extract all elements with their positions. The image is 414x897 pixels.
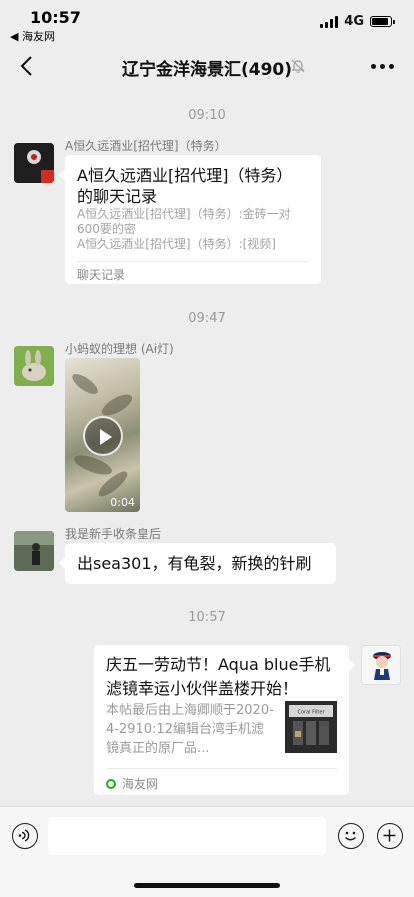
avatar[interactable]: [14, 346, 54, 386]
timestamp: 09:47: [188, 311, 226, 326]
more-options-icon[interactable]: [371, 64, 394, 69]
mute-bell-icon: [291, 59, 305, 73]
rabbit-avatar-icon: [14, 346, 54, 386]
status-indicators: 4G: [320, 14, 395, 29]
network-type: 4G: [344, 14, 364, 29]
text-message[interactable]: 出sea301，有龟裂，新换的针刷: [59, 543, 336, 584]
play-icon[interactable]: [83, 416, 123, 456]
record-footer: 聊天记录: [77, 268, 126, 282]
link-card[interactable]: 庆五一劳动节！Aqua blue手机滤镜幸运小伙伴盖楼开始！ 本帖最后由上海卿顺…: [94, 645, 355, 795]
message-text: 出sea301，有龟裂，新换的针刷: [77, 554, 312, 573]
person-avatar-icon: [14, 531, 54, 571]
avatar[interactable]: [14, 143, 54, 183]
source-app-icon: [106, 778, 116, 789]
record-title: A恒久远酒业[招代理]（特务）的聊天记录: [77, 166, 293, 206]
divider: [77, 261, 309, 262]
avatar-logo-icon: [14, 143, 54, 183]
thumb-label: Coral Filter: [297, 710, 325, 716]
my-avatar[interactable]: [361, 645, 401, 685]
link-title: 庆五一劳动节！Aqua blue手机滤镜幸运小伙伴盖楼开始！: [106, 655, 331, 698]
emoji-icon[interactable]: [338, 823, 364, 849]
video-duration: 0:04: [110, 496, 135, 509]
avatar[interactable]: [14, 531, 54, 571]
sailor-avatar-icon: [362, 646, 400, 684]
record-line: A恒久远酒业[招代理]（特务）:金砖一对: [77, 207, 291, 221]
plus-icon[interactable]: [377, 823, 403, 849]
chat-title: 辽宁金洋海景汇(490): [121, 60, 293, 80]
video-message[interactable]: 0:04: [65, 358, 140, 512]
record-line: A恒久远酒业[招代理]（特务）:[视频]: [77, 237, 276, 251]
message-input[interactable]: [48, 817, 326, 855]
input-bar: [0, 806, 414, 897]
status-time: 10:57: [30, 8, 81, 27]
back-to-app-link[interactable]: ◀ 海友网: [10, 28, 55, 44]
link-description: 本帖最后由上海卿顺于2020-4-2910:12编辑台湾手机滤镜真正的原厂品..…: [106, 703, 274, 756]
battery-icon: [370, 16, 395, 27]
source-name: 海友网: [122, 777, 159, 791]
status-bar: 10:57 ◀ 海友网 4G: [0, 0, 414, 44]
signal-icon: [320, 15, 339, 28]
sender-name: A恒久远酒业[招代理]（特务）: [65, 139, 227, 153]
chat-header: 辽宁金洋海景汇(490): [0, 44, 414, 90]
home-indicator: [134, 883, 280, 888]
record-line: 600要的密: [77, 222, 136, 236]
timestamp: 10:57: [188, 610, 226, 625]
filter-product-image: Coral Filter: [285, 701, 337, 753]
divider: [106, 768, 337, 769]
sender-name: 小蚂蚁的理想 (Ai灯): [65, 342, 174, 356]
timestamp: 09:10: [188, 108, 226, 123]
chat-record-card[interactable]: A恒久远酒业[招代理]（特务）的聊天记录 A恒久远酒业[招代理]（特务）:金砖一…: [59, 155, 321, 284]
sender-name: 我是新手收条皇后: [65, 527, 162, 541]
link-thumbnail: Coral Filter: [285, 701, 337, 753]
link-source: 海友网: [106, 775, 158, 792]
voice-icon[interactable]: [12, 823, 38, 849]
